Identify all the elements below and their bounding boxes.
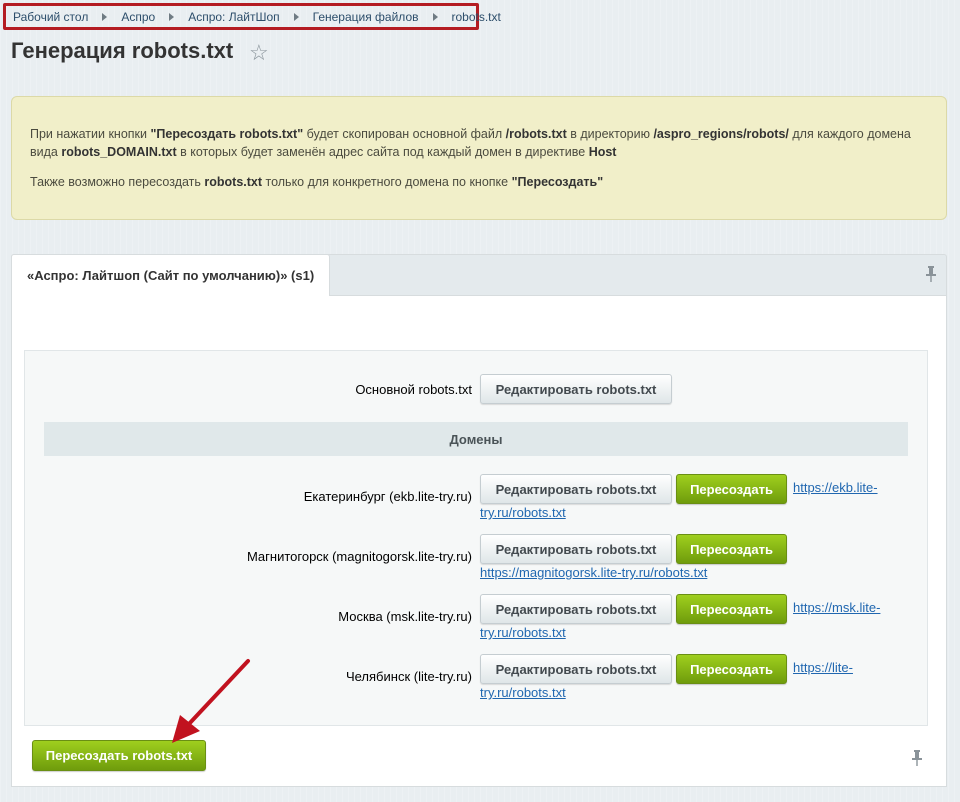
- notice-paragraph-1: При нажатии кнопки "Пересоздать robots.t…: [30, 127, 911, 159]
- edit-main-robots-button[interactable]: Редактировать robots.txt: [480, 374, 672, 404]
- breadcrumb-item-file-generation[interactable]: Генерация файлов: [313, 10, 419, 24]
- notice-paragraph-2: Также возможно пересоздать robots.txt то…: [30, 175, 604, 189]
- breadcrumb-arrow-icon: [102, 12, 108, 21]
- domains-header: Домены: [44, 422, 908, 456]
- domain-robots-link[interactable]: try.ru/robots.txt: [480, 500, 566, 525]
- breadcrumb: Рабочий стол Аспро Аспро: ЛайтШоп Генера…: [3, 3, 501, 30]
- domain-robots-link[interactable]: https://msk.lite-: [793, 595, 880, 620]
- recreate-button[interactable]: Пересоздать: [676, 474, 787, 504]
- breadcrumb-arrow-icon: [293, 12, 299, 21]
- breadcrumb-item-desktop[interactable]: Рабочий стол: [13, 10, 88, 24]
- breadcrumb-arrow-icon: [169, 12, 175, 21]
- domain-robots-link[interactable]: https://lite-: [793, 655, 853, 680]
- domain-robots-link[interactable]: https://magnitogorsk.lite-try.ru/robots.…: [480, 560, 707, 585]
- domain-label: Магнитогорск (magnitogorsk.lite-try.ru): [246, 549, 472, 564]
- tab-site-s1[interactable]: «Аспро: Лайтшоп (Сайт по умолчанию)» (s1…: [11, 254, 330, 296]
- info-notice: При нажатии кнопки "Пересоздать robots.t…: [11, 96, 947, 220]
- breadcrumb-item-robots[interactable]: robots.txt: [452, 10, 501, 24]
- domain-robots-link[interactable]: try.ru/robots.txt: [480, 680, 566, 705]
- domain-robots-link[interactable]: https://ekb.lite-: [793, 475, 878, 500]
- breadcrumb-item-liteshop[interactable]: Аспро: ЛайтШоп: [188, 10, 279, 24]
- pin-icon[interactable]: [910, 749, 924, 767]
- domain-label: Москва (msk.lite-try.ru): [338, 609, 472, 624]
- pin-icon[interactable]: [924, 265, 938, 283]
- domain-label: Екатеринбург (ekb.lite-try.ru): [303, 489, 472, 504]
- breadcrumb-item-aspro[interactable]: Аспро: [121, 10, 155, 24]
- main-robots-label: Основной robots.txt: [355, 382, 472, 397]
- breadcrumb-arrow-icon: [432, 12, 438, 21]
- domain-robots-link[interactable]: try.ru/robots.txt: [480, 620, 566, 645]
- star-icon[interactable]: ☆: [249, 41, 269, 65]
- arrow-annotation-icon: [172, 659, 250, 743]
- recreate-button[interactable]: Пересоздать: [676, 594, 787, 624]
- recreate-button[interactable]: Пересоздать: [676, 654, 787, 684]
- page-title: Генерация robots.txt: [11, 38, 234, 63]
